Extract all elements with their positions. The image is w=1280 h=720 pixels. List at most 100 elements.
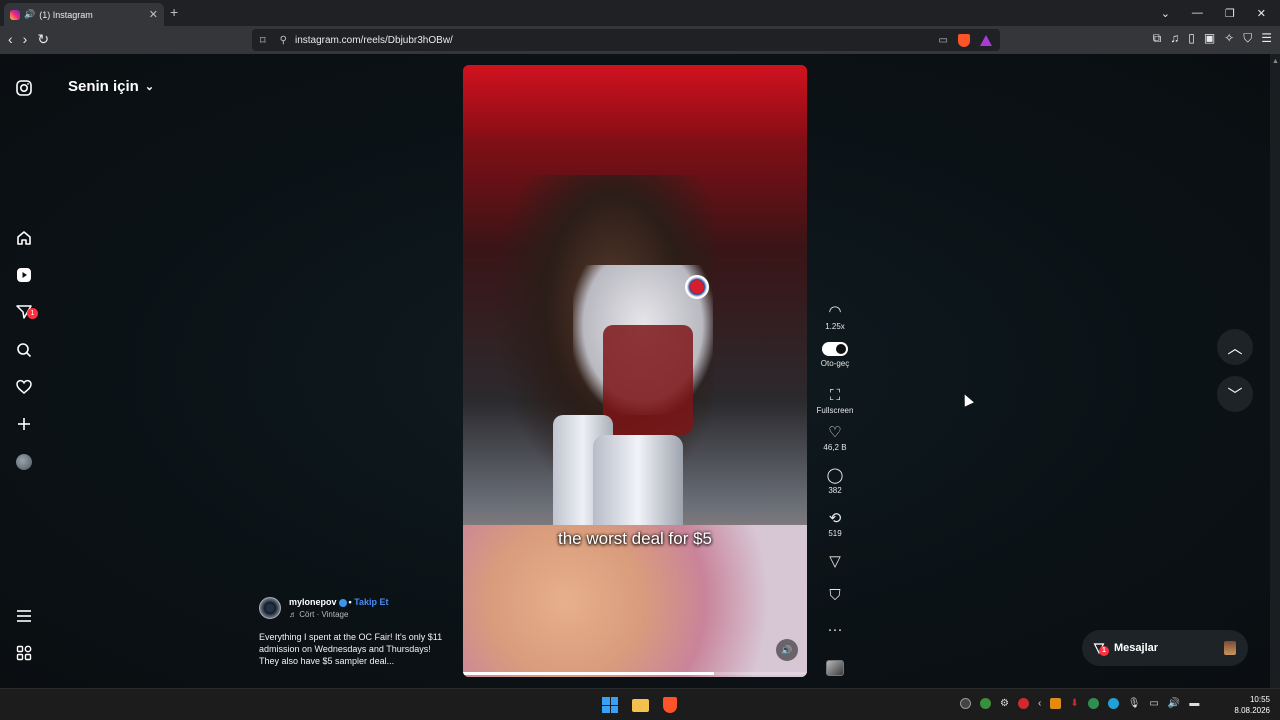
previous-reel-button[interactable]: ︿ <box>1217 329 1253 365</box>
volume-icon[interactable]: 🔊 <box>776 639 798 661</box>
comment-button[interactable]: ◯ 382 <box>815 468 855 496</box>
messages-send-icon: ▽1 <box>1094 640 1109 656</box>
reels-icon[interactable] <box>14 265 34 285</box>
author-username[interactable]: mylonepov <box>289 597 337 607</box>
instagram-page: 1 Senin için ⌄ the worst deal for $5 🔊 ◠… <box>0 54 1270 688</box>
save-button[interactable]: ⛉ <box>815 588 855 606</box>
scroll-up-icon[interactable]: ▲ <box>1272 58 1279 66</box>
folder-icon <box>631 698 649 712</box>
cast-icon[interactable]: ▭ <box>939 35 948 46</box>
vpn-icon[interactable]: ⛉ <box>1243 31 1252 46</box>
feed-selector[interactable]: Senin için ⌄ <box>68 78 154 95</box>
conversation-avatar <box>1224 641 1236 655</box>
battery-icon[interactable]: ▬ <box>1189 698 1199 709</box>
brave-shields-icon[interactable] <box>958 33 970 47</box>
video-scene-apron <box>603 325 693 435</box>
tray-app-icon[interactable] <box>1107 698 1119 709</box>
audio-playing-icon[interactable]: 🔊 <box>24 9 35 20</box>
reload-icon[interactable]: ↻ <box>37 31 49 48</box>
clock-time: 10:55 <box>1249 695 1270 704</box>
new-tab-button[interactable]: + <box>170 4 178 20</box>
tray-nvidia-icon[interactable] <box>980 698 991 709</box>
video-scene-canopy <box>463 65 807 135</box>
tray-settings-icon[interactable]: ⚙ <box>1000 698 1009 709</box>
menu-icon[interactable]: ☰ <box>1261 31 1272 46</box>
search-icon[interactable] <box>14 340 34 360</box>
tray-chevron-icon[interactable]: ‹ <box>1038 698 1041 709</box>
forward-icon[interactable]: › <box>23 31 28 48</box>
windows-taskbar: ⚙ ‹ ⬇ 🎙 ▭ 🔊 ▬ 10:55 8.08.2026 <box>0 688 1280 720</box>
audio-track-label: Cört · Vintage <box>299 610 349 619</box>
video-progress-bar[interactable] <box>463 672 807 675</box>
start-button[interactable] <box>600 695 620 715</box>
audio-page-button[interactable] <box>815 660 855 676</box>
create-icon[interactable] <box>14 414 34 434</box>
bookmark-icon[interactable]: ⌑ <box>260 34 266 47</box>
leo-ai-icon[interactable]: ✧ <box>1224 31 1234 46</box>
taskbar-clock[interactable]: 10:55 8.08.2026 <box>1234 694 1270 716</box>
like-button[interactable]: ♡ 46,2 B <box>815 425 855 453</box>
autoplay-toggle[interactable]: Oto-geç <box>815 342 855 368</box>
extensions-icon[interactable]: ⧉ <box>1153 31 1162 46</box>
address-bar[interactable]: ⌑ ⚲ instagram.com/reels/Dbjubr3hOBw/ ▭ <box>252 29 1000 51</box>
reel-video[interactable]: the worst deal for $5 🔊 <box>463 65 807 677</box>
more-menu-icon[interactable] <box>14 606 34 626</box>
tray-app-icon[interactable] <box>1050 698 1062 709</box>
network-icon[interactable]: ▭ <box>1149 698 1158 709</box>
brave-taskbar-button[interactable] <box>660 695 680 715</box>
minimize-button[interactable]: — <box>1192 7 1203 19</box>
post-description[interactable]: Everything I spent at the OC Fair! It's … <box>259 631 449 667</box>
share-button[interactable]: ▽ <box>815 554 855 572</box>
messages-button[interactable]: ▽1 Mesajlar <box>1082 630 1248 666</box>
repost-count: 519 <box>828 529 842 538</box>
video-scene-logo <box>685 275 709 299</box>
ellipsis-icon: ··· <box>827 621 843 638</box>
browser-tab[interactable]: 🔊 (1) Instagram ✕ <box>4 3 164 26</box>
media-icon[interactable]: ♫ <box>1170 31 1179 46</box>
instagram-logo-icon[interactable] <box>14 78 34 98</box>
tray-app-icon[interactable] <box>1087 698 1099 709</box>
comment-count: 382 <box>828 486 842 495</box>
tab-search-icon[interactable]: ⌄ <box>1161 7 1170 20</box>
wallet-icon[interactable]: ▣ <box>1204 31 1215 46</box>
author-avatar[interactable] <box>259 597 281 619</box>
next-reel-button[interactable]: ﹀ <box>1217 376 1253 412</box>
back-icon[interactable]: ‹ <box>8 31 13 48</box>
messages-icon[interactable]: 1 <box>14 302 38 322</box>
page-scrollbar[interactable]: ▲ <box>1270 54 1280 688</box>
microphone-icon[interactable]: 🎙 <box>1128 698 1141 709</box>
system-tray: ⚙ ‹ ⬇ 🎙 ▭ 🔊 ▬ <box>960 698 1199 709</box>
sidebar-toggle-icon[interactable]: ▯ <box>1188 31 1195 46</box>
audio-track[interactable]: ♬ Cört · Vintage <box>289 610 348 619</box>
close-window-button[interactable]: ✕ <box>1257 7 1266 20</box>
messages-badge: 1 <box>27 308 38 319</box>
audio-thumbnail <box>826 660 844 676</box>
repost-button[interactable]: ⟲ 519 <box>815 511 855 539</box>
playback-speed-button[interactable]: ◠ 1.25x <box>815 304 855 332</box>
more-options-button[interactable]: ··· <box>815 622 855 640</box>
tray-app-icon[interactable] <box>1017 698 1029 709</box>
follow-button[interactable]: Takip Et <box>354 597 388 607</box>
volume-tray-icon[interactable]: 🔊 <box>1168 698 1180 709</box>
tab-close-icon[interactable]: ✕ <box>149 8 158 21</box>
window-controls: ⌄ — ❐ ✕ <box>1161 0 1280 26</box>
profile-avatar[interactable] <box>14 452 34 472</box>
site-info-icon[interactable]: ⚲ <box>280 35 287 46</box>
url-text[interactable]: instagram.com/reels/Dbjubr3hOBw/ <box>295 35 939 46</box>
file-explorer-button[interactable] <box>630 695 650 715</box>
tray-download-icon[interactable]: ⬇ <box>1070 698 1078 709</box>
bookmark-icon: ⛉ <box>829 587 841 604</box>
left-sidebar: 1 <box>0 54 48 688</box>
also-from-meta-icon[interactable] <box>14 643 34 663</box>
verified-badge-icon <box>338 598 347 607</box>
notifications-icon[interactable] <box>14 377 34 397</box>
brave-rewards-icon[interactable] <box>980 34 992 46</box>
restore-button[interactable]: ❐ <box>1225 7 1235 20</box>
fullscreen-button[interactable]: ⛶ Fullscreen <box>815 388 855 416</box>
autoplay-label: Oto-geç <box>820 359 850 368</box>
browser-toolbar: ‹ › ↻ ⌑ ⚲ instagram.com/reels/Dbjubr3hOB… <box>0 26 1280 54</box>
tray-app-icon[interactable] <box>960 698 971 709</box>
toggle-switch-icon <box>822 342 848 356</box>
home-icon[interactable] <box>14 228 34 248</box>
messages-badge: 1 <box>1099 646 1109 656</box>
